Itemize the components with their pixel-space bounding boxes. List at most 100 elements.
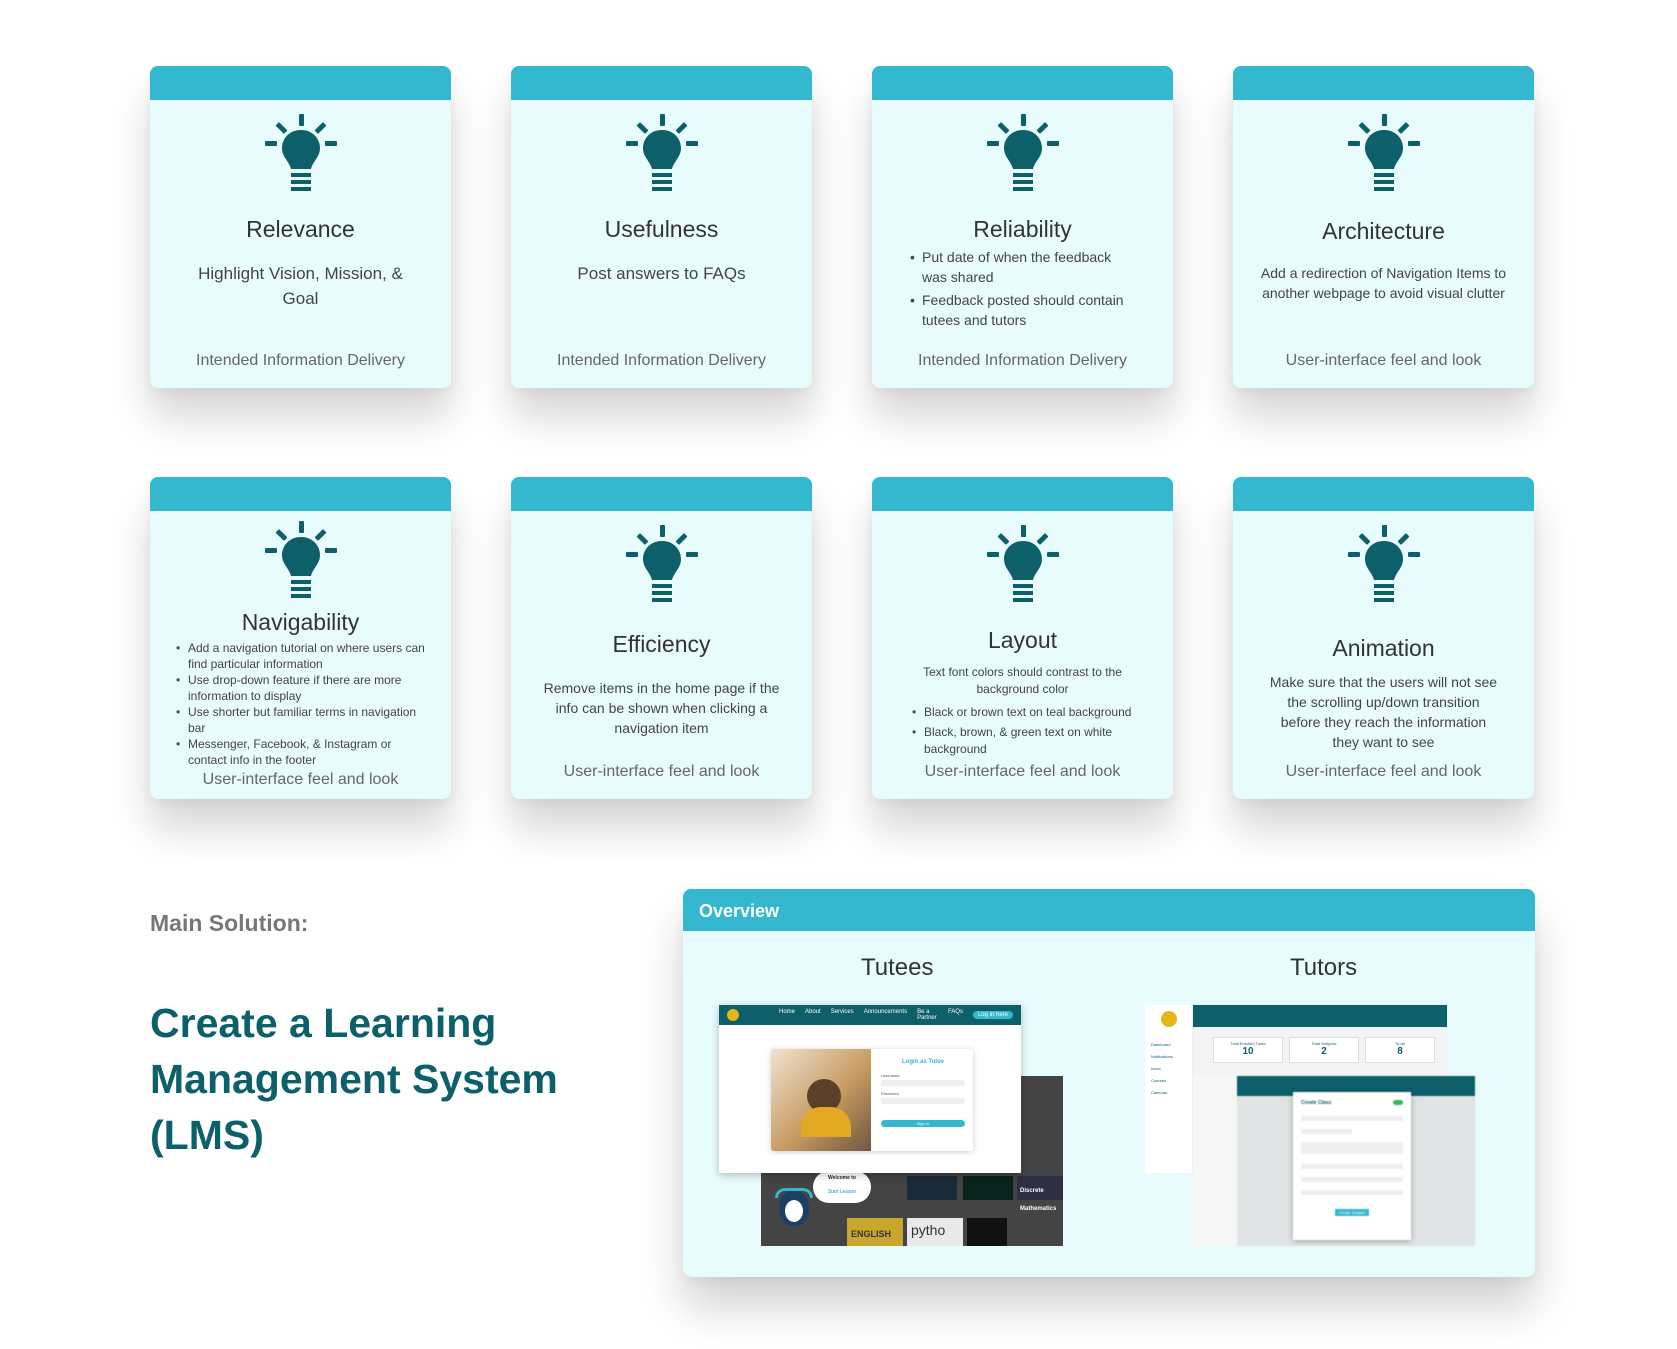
nav-link[interactable]: About (805, 1009, 821, 1021)
sidebar-item-notifications[interactable]: Notifications (1151, 1051, 1192, 1063)
course-tile (967, 1218, 1007, 1246)
penguin-mascot-icon (769, 1176, 819, 1236)
card-animation: Animation Make sure that the users will … (1233, 477, 1534, 799)
card-bullet-list: Put date of when the feedback was shared… (888, 247, 1157, 333)
create-subject-button[interactable]: Create Subject (1335, 1209, 1369, 1216)
card-category: Intended Information Delivery (196, 352, 405, 369)
stat-value: 8 (1397, 1046, 1403, 1057)
card-description: Remove items in the home page if the inf… (543, 680, 780, 736)
lightbulb-icon (1347, 114, 1420, 191)
lightbulb-icon (264, 521, 337, 598)
nav-link[interactable]: Home (779, 1009, 795, 1021)
course-tile: Discrete Mathematics (1017, 1176, 1063, 1212)
card-usefulness: Usefulness Post answers to FAQs Intended… (511, 66, 812, 388)
lightbulb-icon (1347, 525, 1420, 602)
sidebar-item-calendar[interactable]: Calendar (1151, 1087, 1192, 1099)
list-item: Black, brown, & green text on white back… (910, 724, 1147, 758)
card-title: Usefulness (604, 216, 719, 242)
nav-link[interactable]: Be a Partner (917, 1009, 938, 1021)
card-category: User-interface feel and look (563, 763, 760, 780)
stats-row: Total Enrolled Tutee 10 Total Subjects 2… (1213, 1037, 1435, 1063)
card-title: Architecture (1322, 218, 1445, 244)
start-time-input[interactable] (1301, 1177, 1403, 1182)
card-category: User-interface feel and look (1285, 763, 1482, 780)
card-description: Add a redirection of Navigation Items to… (1260, 265, 1507, 301)
nav-link[interactable]: Services (831, 1009, 854, 1021)
bubble-start-button[interactable]: Start Lesson (816, 1189, 868, 1195)
bubble-title: Welcome to (828, 1175, 856, 1181)
sign-in-button[interactable]: Sign in (881, 1120, 965, 1127)
list-item: Feedback posted should contain tutees an… (908, 290, 1137, 330)
main-solution-label: Main Solution: (150, 910, 309, 936)
card-category: User-interface feel and look (1285, 352, 1482, 369)
tutors-title: Tutors (1290, 954, 1358, 981)
username-input[interactable] (881, 1080, 965, 1086)
card-header-bar (511, 477, 812, 511)
card-header-bar (1233, 66, 1534, 100)
stat-card: Total Subjects 2 (1289, 1037, 1359, 1063)
tile-label: Discrete Mathematics (1020, 1188, 1057, 1212)
stat-card: To do 8 (1365, 1037, 1435, 1063)
course-tile (963, 1176, 1013, 1200)
sidebar-item-dashboard[interactable]: Dashboard (1151, 1039, 1192, 1051)
card-title: Animation (1332, 635, 1435, 661)
card-description: Make sure that the users will not see th… (1269, 674, 1498, 750)
logo-icon (727, 1009, 739, 1021)
card-architecture: Architecture Add a redirection of Naviga… (1233, 66, 1534, 388)
card-bullet-list: Add a navigation tutorial on where users… (166, 640, 435, 768)
card-header-bar (511, 66, 812, 100)
card-category: Intended Information Delivery (557, 352, 766, 369)
list-item: Black or brown text on teal background (910, 704, 1147, 721)
card-category: User-interface feel and look (202, 771, 399, 788)
card-efficiency: Efficiency Remove items in the home page… (511, 477, 812, 799)
password-input[interactable] (881, 1098, 965, 1104)
card-title: Navigability (241, 609, 360, 635)
card-reliability: Reliability Put date of when the feedbac… (872, 66, 1173, 388)
nav-link[interactable]: FAQs (948, 1009, 963, 1021)
student-photo (771, 1049, 871, 1151)
description-input[interactable] (1301, 1142, 1403, 1154)
card-header-bar (1233, 477, 1534, 511)
welcome-bubble: Welcome to Start Lesson (813, 1171, 871, 1203)
card-description: Post answers to FAQs (577, 264, 746, 283)
card-header-bar (150, 477, 451, 511)
course-tile: ENGLISH (847, 1218, 903, 1246)
course-tile (907, 1176, 957, 1200)
logo-icon (1160, 1011, 1177, 1027)
tutees-title: Tutees (861, 954, 934, 981)
card-layout: Layout Text font colors should contrast … (872, 477, 1173, 799)
lightbulb-icon (264, 114, 337, 191)
card-navigability: Navigability Add a navigation tutorial o… (150, 477, 451, 799)
toggle-switch[interactable] (1393, 1100, 1403, 1105)
number-input[interactable] (1301, 1190, 1403, 1195)
tile-label: pytho (911, 1222, 946, 1238)
card-category: Intended Information Delivery (918, 352, 1127, 369)
stat-value: 2 (1321, 1046, 1327, 1057)
overview-header: Overview (683, 889, 1535, 931)
sidebar-item-courses[interactable]: Courses (1151, 1075, 1192, 1087)
list-item: Use drop-down feature if there are more … (174, 672, 429, 704)
login-card: Login as Tutee Username Password Sign in (771, 1049, 973, 1151)
class-image-input[interactable] (1301, 1129, 1352, 1134)
blurred-sidebar (1193, 1076, 1237, 1246)
overview-panel: Overview Tutees Tutors Welcome to Start … (683, 889, 1535, 1277)
card-title: Efficiency (612, 631, 711, 657)
lightbulb-icon (625, 114, 698, 191)
password-label: Password (881, 1091, 899, 1096)
class-name-input[interactable] (1301, 1116, 1403, 1121)
card-header-bar (150, 66, 451, 100)
login-nav-button[interactable]: Log in here (972, 1011, 1013, 1019)
card-description: Text font colors should contrast to the … (923, 665, 1122, 696)
card-description: Highlight Vision, Mission, & Goal (198, 264, 403, 308)
tile-label: ENGLISH (851, 1229, 892, 1239)
sidebar-item-inbox[interactable]: Inbox (1151, 1063, 1192, 1075)
start-date-input[interactable] (1301, 1164, 1403, 1169)
nav-link[interactable]: Announcements (864, 1009, 907, 1021)
card-title: Reliability (973, 216, 1072, 242)
stat-value: 10 (1242, 1046, 1254, 1057)
login-title: Login as Tutee (902, 1059, 944, 1065)
tutor-create-class-screenshot: Create Class Create Subject (1193, 1076, 1475, 1246)
card-header-bar (872, 477, 1173, 511)
tutor-sidebar: Dashboard Notifications Inbox Courses Ca… (1145, 1005, 1193, 1173)
stat-card: Total Enrolled Tutee 10 (1213, 1037, 1283, 1063)
